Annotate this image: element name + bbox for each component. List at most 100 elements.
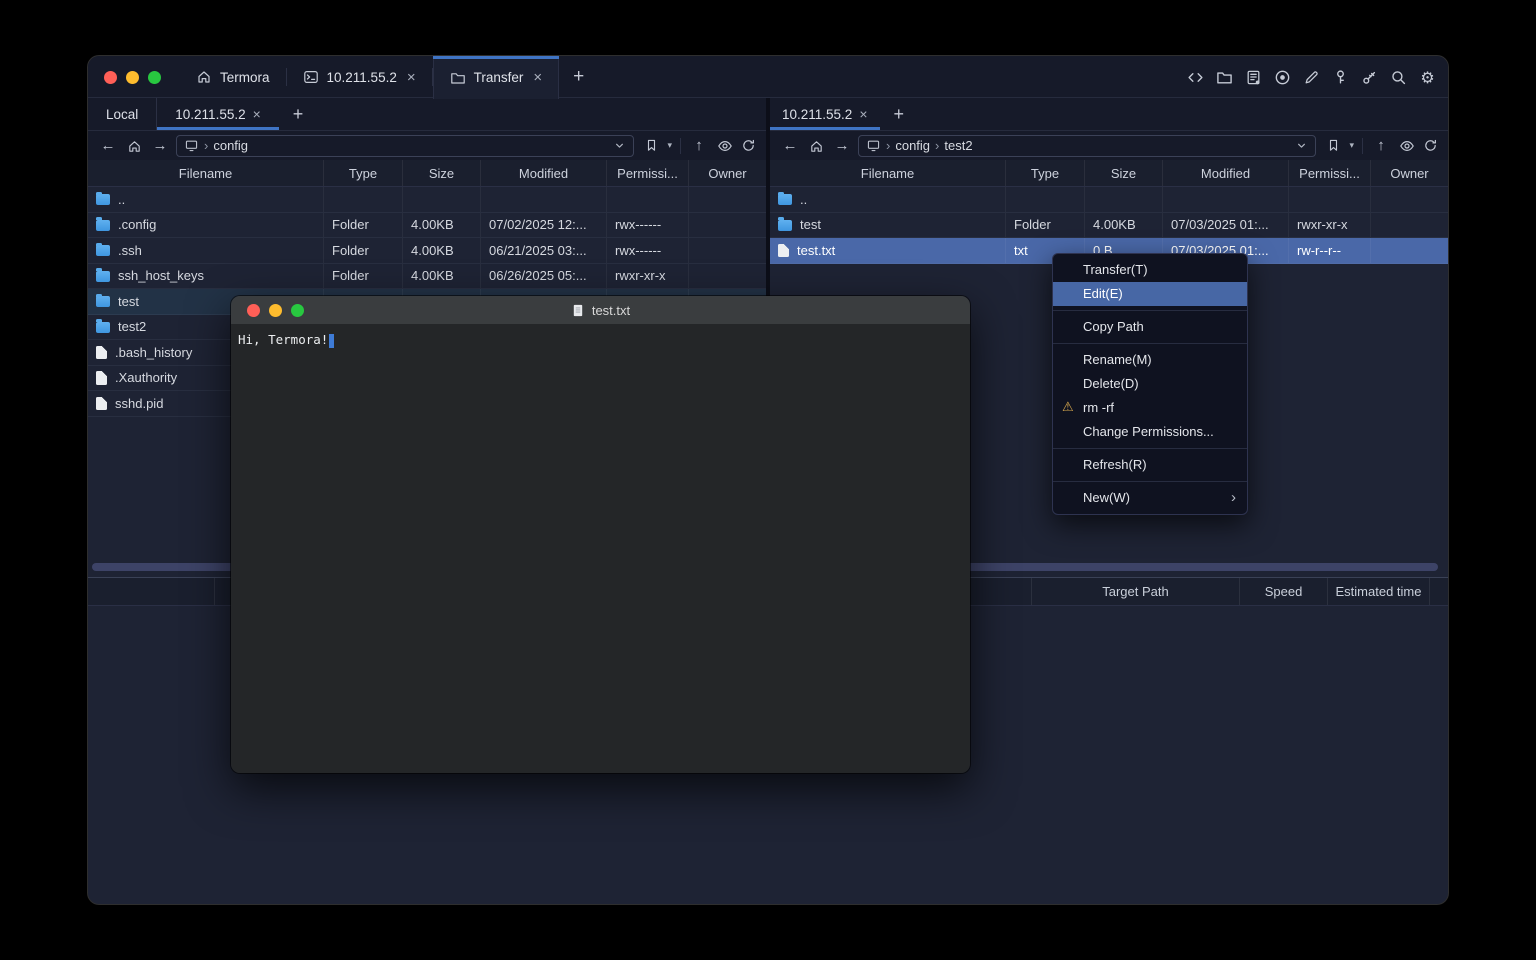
folder-icon[interactable] (1216, 69, 1233, 86)
close-window-button[interactable] (104, 71, 117, 84)
file-row-.ssh[interactable]: .sshFolder4.00KB06/21/2025 03:...rwx----… (88, 238, 766, 264)
close-window-button[interactable] (247, 304, 260, 317)
column-header-estimated-time[interactable]: Estimated time (1328, 578, 1430, 605)
column-header-owner[interactable]: Owner (1371, 160, 1448, 186)
new-tab-button[interactable]: + (559, 56, 598, 98)
record-icon[interactable] (1274, 69, 1291, 86)
tab-label: Termora (220, 70, 270, 85)
file-row-..[interactable]: .. (88, 187, 766, 213)
breadcrumb-segment[interactable]: config (213, 138, 248, 153)
menu-item-copy-path[interactable]: Copy Path (1053, 315, 1247, 339)
minimize-window-button[interactable] (269, 304, 282, 317)
column-header-size[interactable]: Size (403, 160, 481, 186)
parent-directory-button[interactable]: ↑ (1371, 136, 1391, 156)
menu-item-refresh-r[interactable]: Refresh(R) (1053, 453, 1247, 477)
right-panel-navbar: ← → ›config›test2 ▾ ↑ (770, 131, 1448, 160)
tab-termora[interactable]: Termora (180, 56, 286, 98)
column-header-speed[interactable]: Speed (1240, 578, 1328, 605)
file-table-header: Filename Type Size Modified Permissi... … (770, 160, 1448, 187)
edit-icon[interactable] (1303, 69, 1320, 86)
menu-separator (1053, 343, 1247, 344)
keychain-icon[interactable] (1361, 69, 1378, 86)
home-button[interactable] (806, 137, 826, 154)
forward-button[interactable]: → (832, 136, 852, 156)
bookmark-dropdown-caret[interactable]: ▾ (1349, 141, 1354, 151)
titlebar-toolbar: ⚙ (1187, 56, 1436, 98)
zoom-window-button[interactable] (291, 304, 304, 317)
file-row-.config[interactable]: .configFolder4.00KB07/02/2025 12:...rwx-… (88, 213, 766, 239)
tab-remote-right[interactable]: 10.211.55.2 × (770, 98, 880, 130)
column-header-target-path[interactable]: Target Path (1032, 578, 1240, 605)
file-name: .ssh (118, 243, 142, 258)
cell-owner (689, 238, 766, 263)
log-icon[interactable] (1245, 69, 1262, 86)
search-icon[interactable] (1390, 69, 1407, 86)
refresh-icon[interactable] (741, 138, 756, 153)
tab-remote-left[interactable]: 10.211.55.2 × (157, 98, 279, 130)
minimize-window-button[interactable] (126, 71, 139, 84)
close-tab-icon[interactable]: × (407, 69, 416, 86)
column-header-permissions[interactable]: Permissi... (1289, 160, 1371, 186)
right-panel-tabs: 10.211.55.2 × + (770, 98, 1448, 131)
menu-item-delete-d[interactable]: Delete(D) (1053, 372, 1247, 396)
breadcrumb-segment[interactable]: config (895, 138, 930, 153)
zoom-window-button[interactable] (148, 71, 161, 84)
column-header-modified[interactable]: Modified (481, 160, 607, 186)
menu-item-new-w[interactable]: New(W)› (1053, 486, 1247, 510)
file-row-ssh-host-keys[interactable]: ssh_host_keysFolder4.00KB06/26/2025 05:.… (88, 264, 766, 290)
new-panel-tab-button[interactable]: + (279, 98, 318, 130)
column-header-permissions[interactable]: Permissi... (607, 160, 689, 186)
parent-directory-button[interactable]: ↑ (689, 136, 709, 156)
forward-button[interactable]: → (150, 136, 170, 156)
editor-content[interactable]: Hi, Termora! (231, 324, 970, 773)
path-input[interactable]: ›config›test2 (858, 135, 1316, 157)
bookmark-dropdown-caret[interactable]: ▾ (667, 141, 672, 151)
show-hidden-files-icon[interactable] (717, 138, 733, 154)
home-button[interactable] (124, 137, 144, 154)
editor-titlebar[interactable]: test.txt (231, 296, 970, 324)
cell-owner (689, 213, 766, 238)
close-tab-icon[interactable]: × (253, 106, 261, 122)
file-row-test[interactable]: testFolder4.00KB07/03/2025 01:...rwxr-xr… (770, 213, 1448, 239)
refresh-icon[interactable] (1423, 138, 1438, 153)
menu-item-label: Edit(E) (1083, 286, 1123, 301)
column-header-owner[interactable]: Owner (689, 160, 766, 186)
file-name: test.txt (797, 243, 835, 258)
back-button[interactable]: ← (780, 136, 800, 156)
menu-item-transfer-t[interactable]: Transfer(T) (1053, 258, 1247, 282)
tab-transfer[interactable]: Transfer × (433, 56, 560, 99)
tab-label: Local (106, 107, 138, 122)
cell-filename: test (770, 213, 1006, 238)
close-tab-icon[interactable]: × (533, 69, 542, 86)
column-header-filename[interactable]: Filename (770, 160, 1006, 186)
folder-icon (778, 194, 792, 205)
file-name: .Xauthority (115, 370, 177, 385)
column-header-filename[interactable]: Filename (88, 160, 324, 186)
menu-item-change-permissions[interactable]: Change Permissions... (1053, 420, 1247, 444)
column-header-type[interactable]: Type (324, 160, 403, 186)
code-icon[interactable] (1187, 69, 1204, 86)
new-panel-tab-button[interactable]: + (880, 98, 919, 130)
chevron-down-icon[interactable] (613, 139, 626, 152)
chevron-down-icon[interactable] (1295, 139, 1308, 152)
file-row-..[interactable]: .. (770, 187, 1448, 213)
bookmark-icon[interactable] (1326, 138, 1341, 153)
tab-local[interactable]: Local (88, 98, 156, 130)
back-button[interactable]: ← (98, 136, 118, 156)
key-icon[interactable] (1332, 69, 1349, 86)
path-input[interactable]: ›config (176, 135, 634, 157)
settings-icon[interactable]: ⚙ (1419, 69, 1436, 86)
column-header-modified[interactable]: Modified (1163, 160, 1289, 186)
tab-label: 10.211.55.2 (327, 70, 397, 85)
tab-session[interactable]: 10.211.55.2 × (287, 56, 432, 98)
menu-item-edit-e[interactable]: Edit(E) (1053, 282, 1247, 306)
menu-item-rm-rf[interactable]: ⚠rm -rf (1053, 396, 1247, 420)
bookmark-icon[interactable] (644, 138, 659, 153)
show-hidden-files-icon[interactable] (1399, 138, 1415, 154)
column-header-size[interactable]: Size (1085, 160, 1163, 186)
menu-item-rename-m[interactable]: Rename(M) (1053, 348, 1247, 372)
column-header-type[interactable]: Type (1006, 160, 1085, 186)
breadcrumb-segment[interactable]: test2 (944, 138, 972, 153)
close-tab-icon[interactable]: × (859, 106, 867, 122)
menu-separator (1053, 448, 1247, 449)
